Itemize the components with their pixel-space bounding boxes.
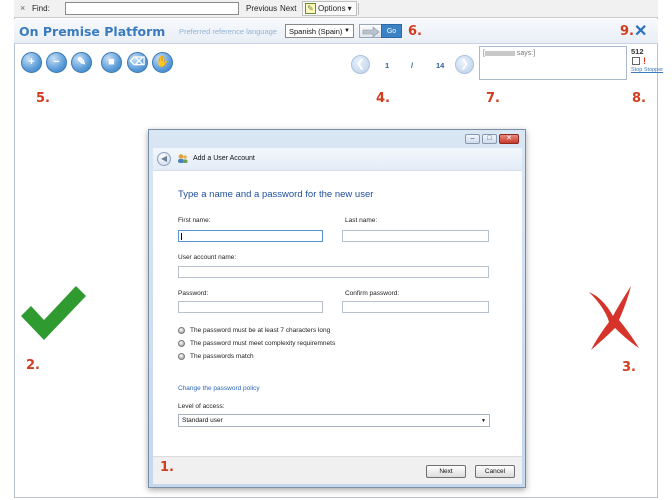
chevron-down-icon: ▼ — [481, 418, 486, 424]
cancel-button[interactable]: Cancel — [475, 465, 515, 478]
last-name-label: Last name: — [345, 217, 378, 224]
password-rule: The password must meet complexity requir… — [178, 340, 335, 347]
find-bar: × Find: Previous Next ✎ Options ▾ — [14, 0, 658, 18]
annotation-1: 1. — [160, 460, 174, 475]
stop-link[interactable]: Stop Stopper — [631, 67, 663, 73]
access-level-value: Standard user — [182, 417, 223, 424]
options-button[interactable]: ✎ Options ▾ — [302, 1, 357, 16]
preferred-language-label: Preferred reference language — [179, 27, 277, 36]
findbar-divider — [358, 3, 359, 15]
find-input[interactable] — [65, 2, 239, 15]
password-rule: The password must be at least 7 characte… — [178, 327, 330, 334]
access-level-select[interactable]: Standard user ▼ — [178, 414, 490, 427]
options-label: Options — [318, 4, 346, 13]
window-close-button[interactable]: ✕ — [499, 134, 519, 144]
back-button[interactable]: ◀ — [157, 152, 171, 166]
first-name-field[interactable] — [178, 230, 323, 242]
hand-icon[interactable]: ✋ — [152, 52, 173, 73]
rule-status-icon — [178, 353, 185, 360]
find-close-icon[interactable]: × — [20, 3, 25, 13]
window-controls: – □ ✕ — [465, 134, 519, 144]
password-label: Password: — [178, 290, 209, 297]
password-policy-link[interactable]: Change the password policy — [178, 385, 260, 392]
dialog-nav-bar: ◀ Add a User Account — [153, 148, 522, 170]
annotation-5: 5. — [36, 91, 50, 106]
last-name-field[interactable] — [342, 230, 489, 242]
eraser-icon[interactable]: ⌫ — [127, 52, 148, 73]
zoom-out-icon[interactable]: − — [46, 52, 67, 73]
cross-icon[interactable] — [583, 284, 643, 352]
minimize-button[interactable]: – — [465, 134, 480, 144]
rule-status-icon — [178, 340, 185, 347]
go-button[interactable]: Go — [381, 24, 402, 38]
password-rule: The passwords match — [178, 353, 254, 360]
find-label: Find: — [32, 4, 50, 13]
next-button[interactable]: Next — [426, 465, 466, 478]
confirm-password-label: Confirm password: — [345, 290, 400, 297]
next-page-button[interactable]: ❯ — [455, 55, 474, 74]
find-next-button[interactable]: Next — [280, 4, 296, 13]
first-name-label: First name: — [178, 217, 211, 224]
language-value: Spanish (Spain) — [289, 27, 343, 36]
annotation-4: 4. — [376, 91, 390, 106]
options-pencil-icon: ✎ — [305, 3, 316, 14]
page-total: 14 — [436, 61, 445, 70]
alert-icon: ! — [643, 56, 646, 66]
language-select[interactable]: Spanish (Spain) ▼ — [285, 24, 354, 38]
options-caret-icon: ▾ — [347, 4, 352, 13]
annotation-6: 6. — [408, 24, 422, 39]
annotation-7: 7. — [486, 91, 500, 106]
page-separator: / — [411, 61, 414, 70]
confirm-password-field[interactable] — [342, 301, 489, 313]
rule-text: The password must meet complexity requir… — [190, 340, 336, 347]
stop-checkbox[interactable] — [632, 57, 640, 65]
annotation-8: 8. — [632, 91, 646, 106]
access-level-label: Level of access: — [178, 403, 225, 410]
chat-text: says:] — [516, 50, 536, 57]
dialog-footer: Next Cancel — [153, 456, 522, 484]
add-user-dialog: – □ ✕ ◀ Add a User Account Type a name a… — [148, 129, 526, 488]
user-accounts-icon — [178, 154, 188, 163]
account-name-label: User account name: — [178, 254, 237, 261]
annotation-9: 9. — [620, 24, 634, 39]
close-icon[interactable]: ✕ — [634, 21, 647, 41]
square-icon[interactable]: ■ — [101, 52, 122, 73]
rule-text: The password must be at least 7 characte… — [190, 327, 331, 334]
count-label: 512 — [631, 47, 644, 56]
rule-status-icon — [178, 327, 185, 334]
rule-text: The passwords match — [190, 353, 254, 360]
chat-box[interactable]: [ says:] — [479, 46, 627, 80]
app-header: On Premise Platform Preferred reference … — [14, 19, 658, 44]
account-name-field[interactable] — [178, 266, 489, 278]
dialog-title: Add a User Account — [193, 155, 255, 162]
find-previous-button[interactable]: Previous — [246, 4, 277, 13]
checkmark-icon[interactable] — [19, 282, 89, 344]
annotation-2: 2. — [26, 358, 40, 373]
dialog-heading: Type a name and a password for the new u… — [178, 189, 374, 200]
brand-title: On Premise Platform — [19, 24, 166, 39]
redacted-name — [484, 50, 515, 56]
annotation-3: 3. — [622, 360, 636, 375]
page-current: 1 — [385, 61, 390, 70]
zoom-in-icon[interactable]: + — [21, 52, 42, 73]
chevron-down-icon: ▼ — [344, 28, 350, 34]
previous-page-button[interactable]: ❮ — [351, 55, 370, 74]
pencil-icon[interactable]: ✎ — [71, 52, 92, 73]
password-field[interactable] — [178, 301, 323, 313]
maximize-button[interactable]: □ — [482, 134, 497, 144]
dialog-body: Type a name and a password for the new u… — [153, 170, 522, 456]
text-caret — [181, 233, 182, 240]
